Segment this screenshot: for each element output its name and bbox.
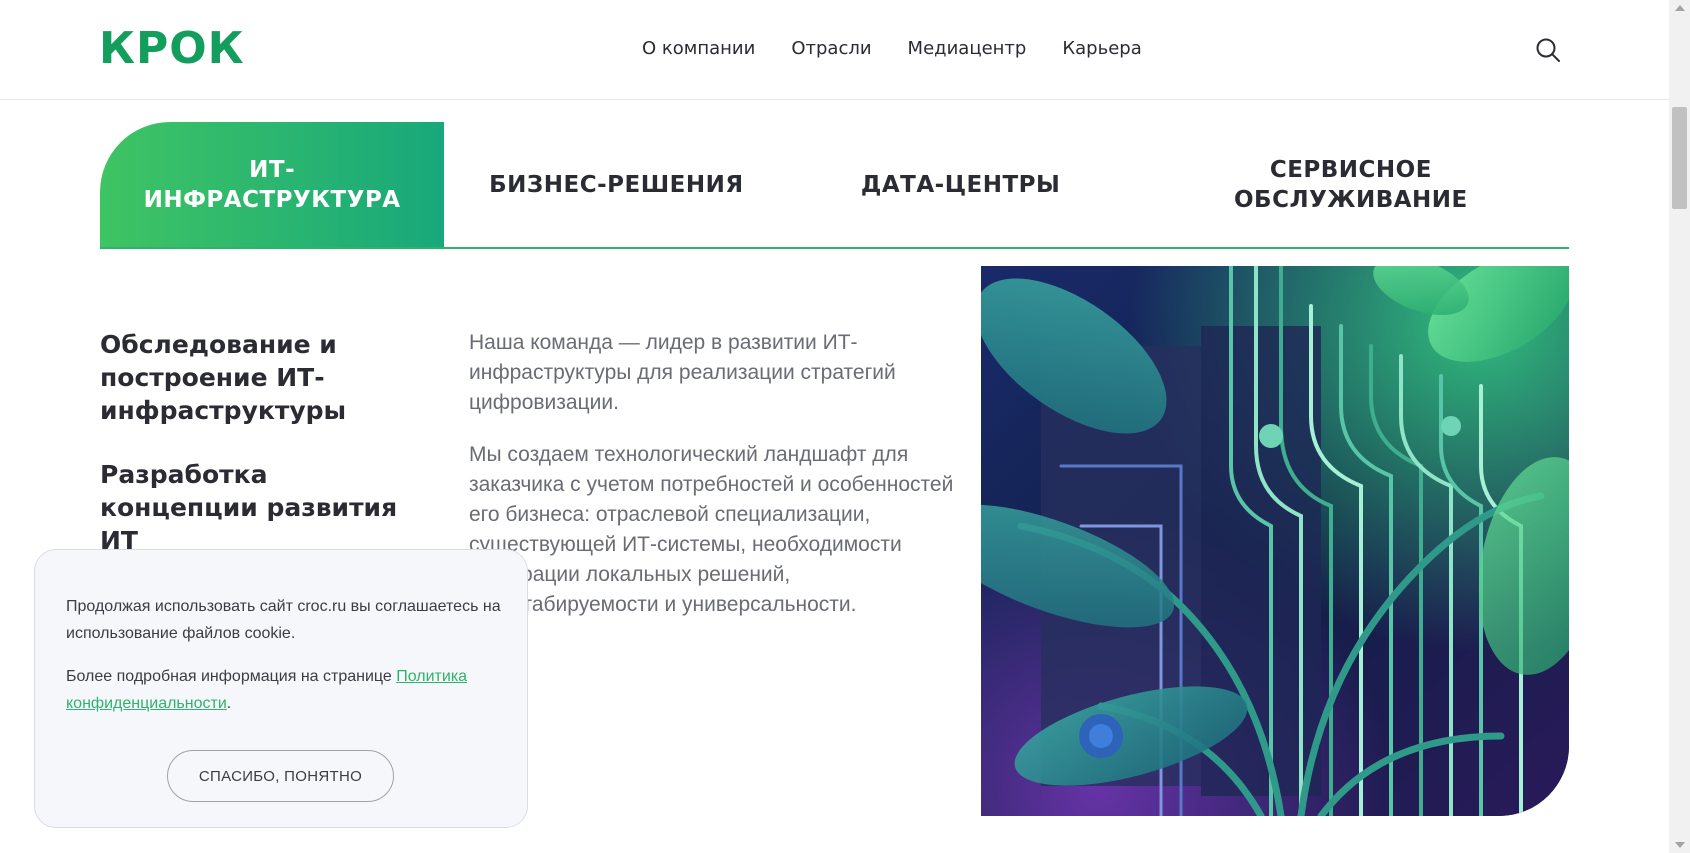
nav-item-about[interactable]: О компании [642,37,755,61]
page-scrollbar[interactable] [1669,0,1690,853]
description-paragraph: Мы создаем технологический ландшафт для … [469,443,954,616]
cookie-info-prefix: Более подробная информация на странице [66,668,397,685]
nav-item-industries[interactable]: Отрасли [791,37,871,61]
cookie-info-text: Более подробная информация на странице П… [66,663,506,717]
cookie-accept-button[interactable]: СПАСИБО, ПОНЯТНО [167,750,394,802]
category-tabs: ИТ-ИНФРАСТРУКТУРА БИЗНЕС-РЕШЕНИЯ ДАТА-ЦЕ… [100,122,1569,249]
main-nav: О компании Отрасли Медиацентр Карьера [642,37,1142,61]
intro-paragraph: Наша команда — лидер в развитии ИТ-инфра… [469,331,896,414]
scroll-thumb[interactable] [1672,107,1687,209]
logo[interactable]: КРОК [99,27,245,71]
cookie-consent-text: Продолжая использовать сайт croc.ru вы с… [66,598,501,642]
tab-business-solutions[interactable]: БИЗНЕС-РЕШЕНИЯ [444,122,788,247]
scroll-up-arrow-icon[interactable] [1675,5,1685,11]
tab-it-infrastructure[interactable]: ИТ-ИНФРАСТРУКТУРА [100,122,445,247]
site-header: КРОК О компании Отрасли Медиацентр Карье… [0,0,1669,100]
search-icon[interactable] [1534,36,1562,64]
cookie-banner: Продолжая использовать сайт croc.ru вы с… [34,549,528,828]
hero-illustration [981,266,1569,816]
tab-data-centers[interactable]: ДАТА-ЦЕНТРЫ [789,122,1133,247]
scroll-down-arrow-icon[interactable] [1675,842,1685,848]
nav-item-career[interactable]: Карьера [1062,37,1141,61]
nav-item-media[interactable]: Медиацентр [908,37,1027,61]
service-link-it-concept[interactable]: Разработка концепции развития ИТ [100,458,420,557]
circuit-plants-image [981,266,1569,816]
tab-service-maintenance[interactable]: СЕРВИСНОЕ ОБСЛУЖИВАНИЕ [1133,122,1569,247]
cookie-info-suffix: . [226,695,232,712]
service-link-infrastructure-audit[interactable]: Обследование и построение ИТ-инфраструкт… [100,328,420,427]
